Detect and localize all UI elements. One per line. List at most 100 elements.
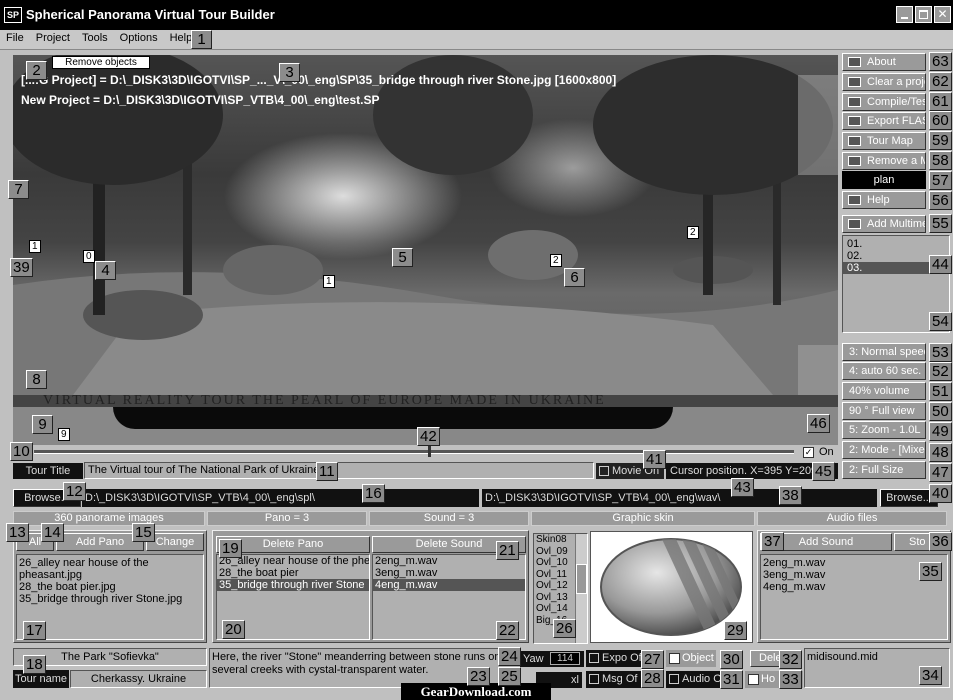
list-item[interactable]: 4eng_m.wav	[763, 581, 945, 593]
callout-42: 42	[417, 427, 440, 446]
callout-48: 48	[929, 443, 952, 462]
auto-button[interactable]: 4: auto 60 sec.	[842, 362, 926, 380]
object-toggle[interactable]: ✓ Object	[666, 650, 716, 667]
compile-test-button[interactable]: Compile/Test	[842, 93, 926, 111]
callout-12: 12	[63, 482, 86, 501]
audio-checkbox[interactable]	[669, 674, 679, 684]
callout-54: 54	[929, 312, 952, 331]
help-button[interactable]: Help	[842, 191, 926, 209]
skin-scrollbar[interactable]	[575, 534, 587, 643]
list-item[interactable]: 26_alley near house of the pheasant.jpg	[19, 557, 201, 581]
menu-bar: File Project Tools Options Help	[0, 30, 953, 50]
pano-sound-panel: Delete Pano Delete Sound 26_alley near h…	[212, 530, 529, 643]
clear-project-button[interactable]: Clear a project	[842, 73, 926, 91]
strip-num[interactable]: 9	[58, 428, 70, 441]
hotspot-marker[interactable]: 2	[550, 254, 562, 267]
audio-toggle[interactable]: Audio O	[666, 671, 726, 688]
list-item[interactable]: 2eng_m.wav	[763, 557, 945, 569]
tour-map-button[interactable]: Tour Map	[842, 132, 926, 150]
menu-tools[interactable]: Tools	[76, 30, 114, 44]
expo-checkbox[interactable]	[589, 653, 599, 663]
audio-label: Audio O	[682, 673, 722, 685]
expo-toggle[interactable]: Expo Of	[586, 650, 646, 667]
ho-checkbox[interactable]: ✓	[748, 674, 759, 685]
panorama-view[interactable]: [...:G Project] = D:\_DISK3\3D\IGOTVI\SP…	[13, 55, 838, 395]
hotspot-marker[interactable]: 0	[83, 250, 95, 263]
callout-63: 63	[929, 52, 952, 71]
callout-52: 52	[929, 362, 952, 381]
callout-8: 8	[26, 370, 47, 389]
list-item[interactable]: 28_the boat pier.jpg	[19, 581, 201, 593]
full-size-button[interactable]: 2: Full Size	[842, 461, 926, 479]
compile-label: Compile/Test	[867, 96, 926, 108]
callout-21: 21	[496, 541, 519, 560]
callout-50: 50	[929, 402, 952, 421]
help-icon	[848, 195, 861, 205]
msg-toggle[interactable]: Msg Of	[586, 671, 646, 688]
skin-scroll-thumb[interactable]	[576, 564, 587, 594]
callout-61: 61	[929, 92, 952, 111]
list-item[interactable]: 35_bridge through river Stone.jpg	[19, 593, 201, 605]
tour-title-input[interactable]: The Virtual tour of The National Park of…	[84, 462, 594, 479]
strip-on-checkbox[interactable]: ✓	[803, 447, 814, 458]
app-icon: SP	[4, 7, 22, 23]
callout-55: 55	[929, 214, 952, 233]
yaw-value[interactable]: 114	[550, 652, 580, 665]
maximize-button[interactable]	[915, 6, 932, 23]
plan-field[interactable]: plan	[842, 171, 926, 189]
list-item-selected[interactable]: 35_bridge through river Stone	[217, 579, 369, 591]
callout-37: 37	[761, 532, 784, 551]
hotspot-marker[interactable]: 1	[323, 275, 335, 288]
add-multimedia-button[interactable]: Add Multimedi	[842, 215, 926, 233]
remove-map-button[interactable]: Remove a Map	[842, 152, 926, 170]
menu-options[interactable]: Options	[114, 30, 164, 44]
list-item[interactable]: 28_the boat pier	[217, 567, 369, 579]
callout-6: 6	[564, 268, 585, 287]
wav-path-field[interactable]: D:\_DISK3\3D\IGOTVI\SP_VTB\4_00\_eng\wav…	[482, 489, 877, 507]
callout-46: 46	[807, 414, 830, 433]
pano-slider-thumb[interactable]	[428, 445, 431, 457]
full-view-button[interactable]: 90 ° Full view	[842, 402, 926, 420]
list-item[interactable]: 3eng_m.wav	[373, 567, 525, 579]
callout-25: 25	[498, 667, 521, 686]
callout-1: 1	[191, 30, 212, 49]
city-field[interactable]: Cherkassy. Ukraine	[70, 670, 207, 688]
volume-button[interactable]: 40% volume	[842, 382, 926, 400]
mode-button[interactable]: 2: Mode - [Mixed]	[842, 441, 926, 459]
about-button[interactable]: About	[842, 53, 926, 71]
export-flash-button[interactable]: Export FLASH	[842, 112, 926, 130]
strip-on-label: On	[819, 446, 834, 458]
callout-51: 51	[929, 382, 952, 401]
minimize-button[interactable]	[896, 6, 913, 23]
change-button[interactable]: Change	[146, 533, 204, 551]
hotspot-marker[interactable]: 2	[687, 226, 699, 239]
remove-objects-button[interactable]: Remove objects	[52, 56, 150, 69]
list-item[interactable]: 3eng_m.wav	[763, 569, 945, 581]
sound-count-header: Sound = 3	[369, 511, 529, 526]
close-button[interactable]: ✕	[934, 6, 951, 23]
maximize-icon	[919, 10, 928, 19]
add-pano-button[interactable]: Add Pano	[56, 533, 144, 551]
object-checkbox[interactable]: ✓	[669, 653, 680, 664]
menu-file[interactable]: File	[0, 30, 30, 44]
minimize-icon	[901, 17, 908, 19]
movie-checkbox[interactable]	[599, 466, 609, 476]
speed-button[interactable]: 3: Normal speed	[842, 343, 926, 361]
info-icon	[848, 57, 861, 67]
msg-checkbox[interactable]	[589, 674, 599, 684]
callout-36: 36	[929, 532, 952, 551]
list-item[interactable]: 01.	[843, 238, 949, 250]
tour-title-label: Tour Title	[13, 463, 83, 479]
hotspot-marker[interactable]: 1	[29, 240, 41, 253]
callout-49: 49	[929, 422, 952, 441]
callout-58: 58	[929, 151, 952, 170]
pano-slider-track[interactable]	[34, 450, 794, 454]
graphic-skin-header: Graphic skin	[531, 511, 755, 526]
remove-map-label: Remove a Map	[867, 155, 925, 167]
zoom-button[interactable]: 5: Zoom - 1.0L	[842, 421, 926, 439]
list-item-selected[interactable]: 4eng_m.wav	[373, 579, 525, 591]
pano-path-field[interactable]: D:\_DISK3\3D\IGOTVI\SP_VTB\4_00\_eng\spl…	[82, 489, 479, 507]
callout-47: 47	[929, 463, 952, 482]
callout-35: 35	[919, 562, 942, 581]
menu-project[interactable]: Project	[30, 30, 76, 44]
